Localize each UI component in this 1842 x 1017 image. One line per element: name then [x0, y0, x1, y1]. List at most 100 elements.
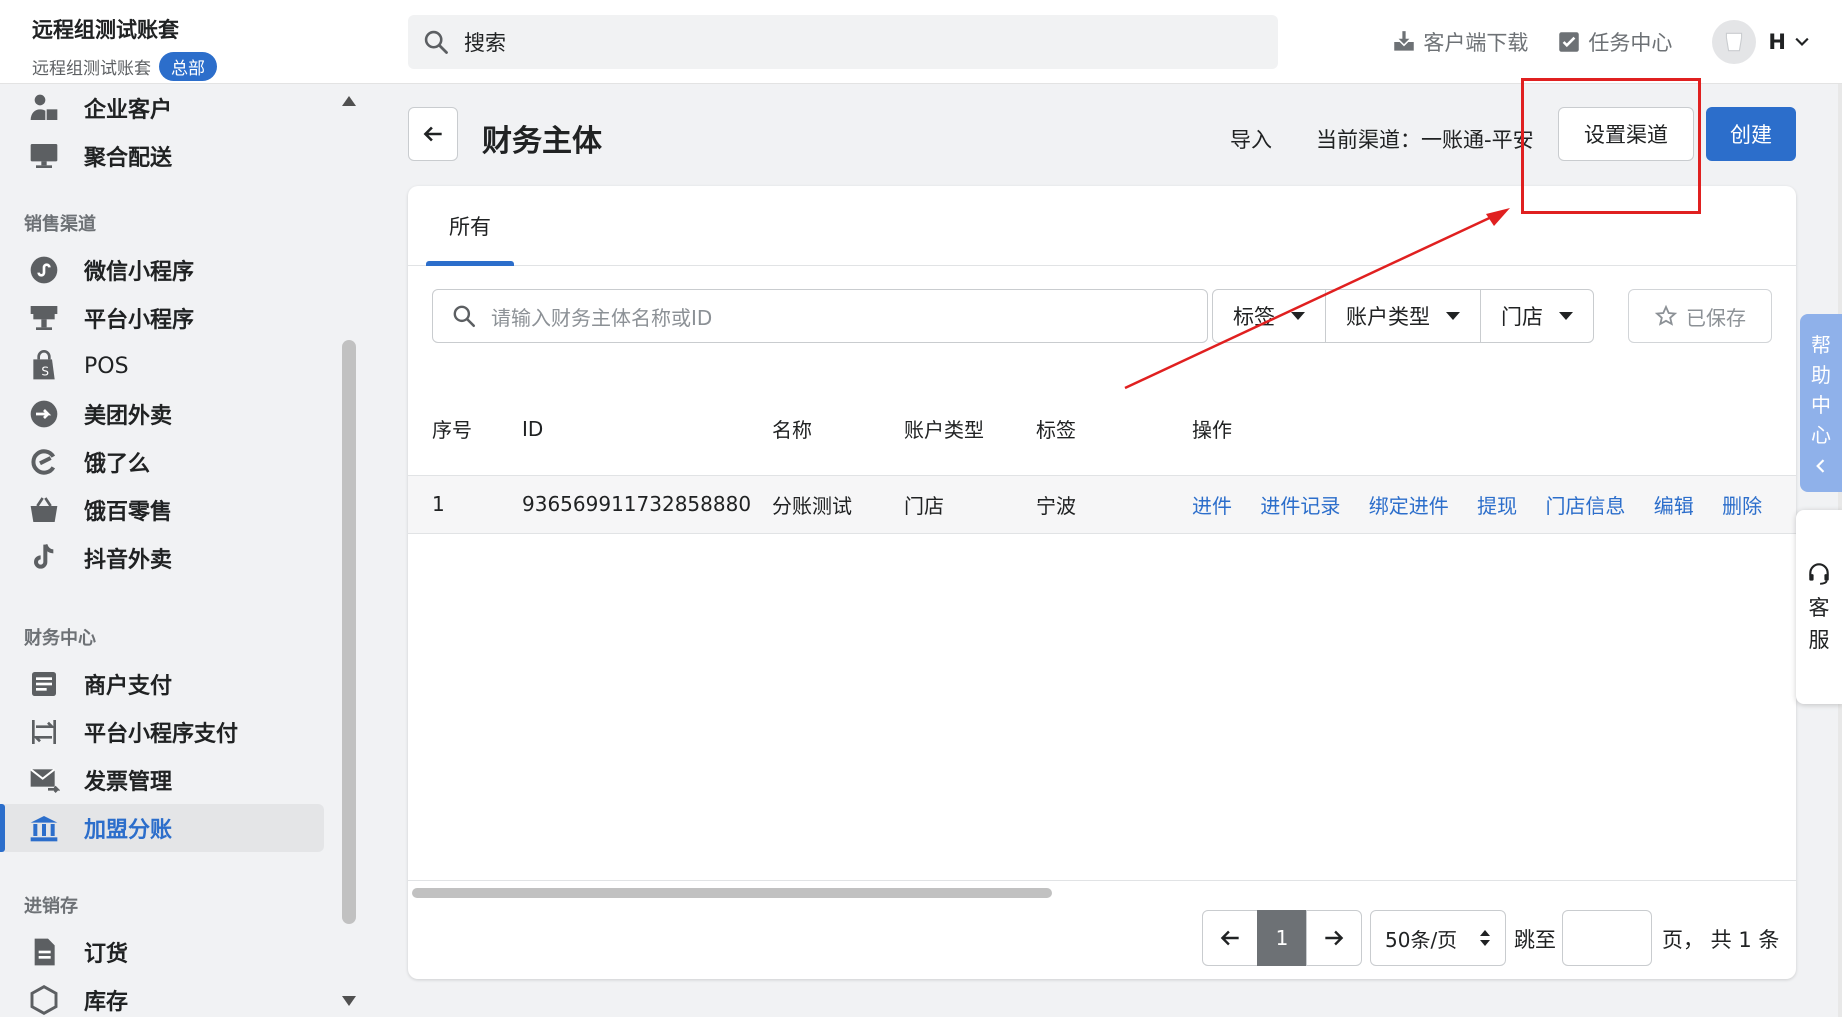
global-search-input[interactable]: 搜索 [408, 15, 1278, 69]
sidebar-item-label: 抖音外卖 [84, 548, 173, 573]
user-initial[interactable]: H [1768, 30, 1786, 54]
download-client-button[interactable]: 客户端下载 [1391, 27, 1528, 57]
jump-to-label: 跳至 [1514, 928, 1556, 952]
account-type-filter-dropdown[interactable]: 账户类型 [1326, 290, 1481, 342]
jump-to-page-input[interactable] [1562, 910, 1652, 966]
store-filter-dropdown[interactable]: 门店 [1481, 290, 1593, 342]
arrow-right-icon [1325, 930, 1344, 946]
sidebar-item-delivery[interactable]: 聚合配送 [0, 132, 324, 180]
filter-group: 标签 账户类型 门店 [1212, 289, 1594, 343]
sidebar-item-wechat-mini-program[interactable]: 微信小程序 [0, 246, 324, 294]
sidebar-item-franchise-split[interactable]: 加盟分账 [0, 804, 324, 852]
user-avatar-icon [1726, 32, 1743, 52]
page-size-select[interactable]: 50条/页 [1370, 910, 1506, 966]
table-row: 1 936569911732858880 分账测试 门店 宁波 进件 进件记录 … [408, 475, 1796, 534]
tab-all[interactable]: 所有 [426, 186, 514, 266]
sidebar-item-invoice-management[interactable]: 发票管理 [0, 756, 324, 804]
saved-label: 已保存 [1686, 305, 1746, 330]
sidebar-item-label: 加盟分账 [84, 818, 173, 843]
total-count-text: 页， 共 1 条 [1662, 928, 1780, 952]
mini-program-icon [30, 256, 58, 284]
arrow-left-icon [1220, 930, 1239, 946]
create-button[interactable]: 创建 [1706, 107, 1796, 161]
prev-page-button[interactable] [1202, 910, 1258, 966]
chevron-down-icon[interactable] [1792, 32, 1812, 52]
cell-name: 分账测试 [772, 475, 904, 534]
sidebar: 企业客户 聚合配送 销售渠道 微信小程序 平台小程序 S POS 美团外卖 饿了… [0, 84, 358, 1017]
delete-link[interactable]: 删除 [1722, 494, 1762, 518]
help-char: 心 [1811, 423, 1831, 447]
sidebar-item-eleme[interactable]: 饿了么 [0, 438, 324, 486]
global-search-placeholder: 搜索 [464, 31, 506, 55]
checklist-icon [1559, 32, 1580, 52]
cell-id: 936569911732858880 [522, 475, 772, 534]
sidebar-item-label: 美团外卖 [84, 404, 173, 429]
sidebar-item-label: 平台小程序 [84, 308, 195, 333]
help-char: 助 [1811, 363, 1831, 387]
brand-title: 远程组测试账套 [32, 18, 179, 42]
search-icon [453, 305, 476, 328]
brand[interactable]: 远程组测试账套 远程组测试账套 总部 [32, 14, 217, 81]
back-button[interactable] [408, 107, 458, 161]
sidebar-item-platform-mini-program-payment[interactable]: 平台小程序支付 [0, 708, 324, 756]
sidebar-item-ebai-retail[interactable]: 饿百零售 [0, 486, 324, 534]
tag-filter-dropdown[interactable]: 标签 [1213, 290, 1326, 342]
pos-bag-icon: S [33, 350, 55, 380]
section-inventory: 进销存 [24, 896, 78, 917]
edit-link[interactable]: 编辑 [1654, 494, 1694, 518]
monitor-icon [30, 144, 58, 168]
sidebar-item-ordering[interactable]: 订货 [0, 928, 324, 976]
column-header-id: ID [522, 383, 772, 476]
sidebar-item-enterprise-customers[interactable]: 企业客户 [0, 84, 324, 132]
sidebar-item-label: 商户支付 [84, 674, 173, 699]
cell-tag: 宁波 [1036, 475, 1192, 534]
withdraw-link[interactable]: 提现 [1477, 494, 1517, 518]
task-center-label: 任务中心 [1588, 31, 1673, 55]
onboard-records-link[interactable]: 进件记录 [1260, 494, 1340, 518]
scroll-down-arrow-icon[interactable] [342, 996, 356, 1006]
help-center-tab[interactable]: 帮 助 中 心 [1800, 314, 1842, 492]
entity-search-input[interactable]: 请输入财务主体名称或ID [432, 289, 1208, 343]
sidebar-scrollbar[interactable] [340, 84, 358, 1017]
scroll-up-arrow-icon[interactable] [342, 96, 356, 106]
sidebar-item-label: POS [84, 353, 129, 379]
tab-active-underline [426, 261, 514, 266]
sidebar-item-label: 饿百零售 [84, 500, 173, 525]
horizontal-scrollbar-thumb[interactable] [412, 888, 1052, 898]
sidebar-item-platform-mini-program[interactable]: 平台小程序 [0, 294, 324, 342]
import-button[interactable]: 导入 [1230, 124, 1272, 154]
sidebar-item-stock[interactable]: 库存 [0, 976, 324, 1017]
filter-label: 账户类型 [1346, 305, 1430, 329]
filter-label: 门店 [1501, 305, 1543, 329]
cell-index: 1 [408, 475, 522, 534]
active-indicator [0, 804, 5, 852]
sidebar-item-douyin-takeout[interactable]: 抖音外卖 [0, 534, 324, 582]
column-header-actions: 操作 [1192, 383, 1796, 476]
sidebar-item-label: 企业客户 [84, 98, 173, 123]
next-page-button[interactable] [1306, 910, 1362, 966]
download-icon [1394, 31, 1415, 51]
pagination: 1 50条/页 跳至 页， 共 1 条 [408, 910, 1796, 966]
store-icon [30, 306, 58, 330]
scrollbar-thumb[interactable] [342, 340, 356, 924]
section-sales-channels: 销售渠道 [24, 214, 96, 235]
avatar[interactable] [1712, 20, 1757, 64]
bind-onboard-link[interactable]: 绑定进件 [1369, 494, 1449, 518]
sidebar-item-merchant-payment[interactable]: 商户支付 [0, 660, 324, 708]
search-icon [424, 30, 448, 54]
mail-icon [30, 768, 60, 793]
column-header-index: 序号 [408, 383, 522, 476]
sidebar-item-pos[interactable]: S POS [0, 342, 324, 390]
sidebar-item-label: 发票管理 [84, 770, 173, 795]
eleme-icon [31, 449, 56, 475]
saved-button[interactable]: 已保存 [1628, 289, 1772, 343]
onboard-link[interactable]: 进件 [1192, 494, 1232, 518]
user-building-icon [30, 94, 58, 120]
sidebar-item-meituan[interactable]: 美团外卖 [0, 390, 324, 438]
store-info-link[interactable]: 门店信息 [1545, 494, 1625, 518]
customer-service-tab[interactable]: 客 服 [1796, 510, 1842, 704]
service-char: 客 [1808, 596, 1830, 620]
cell-account-type: 门店 [904, 475, 1036, 534]
current-page-button[interactable]: 1 [1257, 910, 1307, 966]
task-center-button[interactable]: 任务中心 [1556, 27, 1672, 57]
